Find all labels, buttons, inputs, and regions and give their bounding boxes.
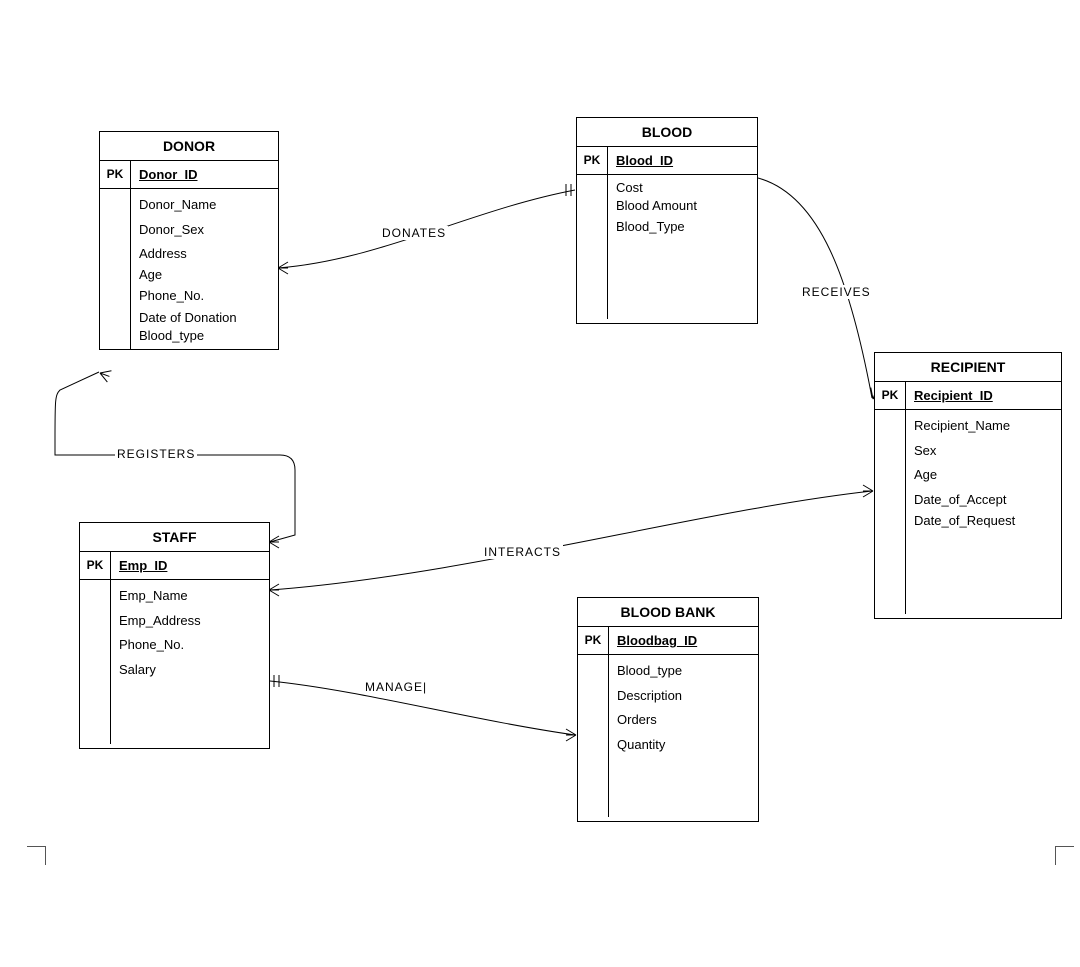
entity-staff: STAFF PK Emp_ID Emp_Name Emp_Address Pho… bbox=[79, 522, 270, 749]
attr: Blood_type bbox=[617, 659, 750, 684]
entity-bloodbank-title: BLOOD BANK bbox=[578, 598, 758, 627]
entity-donor: DONOR PK Donor_ID Donor_Name Donor_Sex A… bbox=[99, 131, 279, 350]
entity-bloodbank: BLOOD BANK PK Bloodbag_ID Blood_type Des… bbox=[577, 597, 759, 822]
attr: Orders bbox=[617, 708, 750, 733]
attr: Date_of_Request bbox=[914, 513, 1053, 530]
entity-recipient: RECIPIENT PK Recipient_ID Recipient_Name… bbox=[874, 352, 1062, 619]
attr: Blood_type bbox=[139, 327, 270, 345]
pk-label: PK bbox=[875, 382, 906, 409]
pk-attr: Emp_ID bbox=[111, 552, 269, 579]
attr: Description bbox=[617, 684, 750, 709]
pk-label: PK bbox=[577, 147, 608, 174]
pk-label: PK bbox=[100, 161, 131, 188]
attr: Emp_Name bbox=[119, 584, 261, 609]
entity-blood: BLOOD PK Blood_ID Cost Blood Amount Bloo… bbox=[576, 117, 758, 324]
attr: Sex bbox=[914, 439, 1053, 464]
rel-manages-label: MANAGE| bbox=[363, 680, 429, 694]
page-corner-mark bbox=[27, 846, 46, 865]
attr: Donor_Name bbox=[139, 193, 270, 218]
rel-interacts-label: INTERACTS bbox=[482, 545, 563, 559]
attr: Date_of_Accept bbox=[914, 488, 1053, 513]
attr: Phone_No. bbox=[119, 633, 261, 658]
attr: Salary bbox=[119, 658, 261, 683]
attr: Age bbox=[139, 267, 270, 284]
rel-registers-label: REGISTERS bbox=[115, 447, 197, 461]
attr: Age bbox=[914, 463, 1053, 488]
pk-attr: Bloodbag_ID bbox=[609, 627, 758, 654]
page-corner-mark bbox=[1055, 846, 1074, 865]
attr: Cost bbox=[616, 179, 749, 197]
pk-label: PK bbox=[578, 627, 609, 654]
rel-donates-label: DONATES bbox=[380, 226, 448, 240]
attr: Recipient_Name bbox=[914, 414, 1053, 439]
entity-recipient-title: RECIPIENT bbox=[875, 353, 1061, 382]
entity-blood-title: BLOOD bbox=[577, 118, 757, 147]
attr: Emp_Address bbox=[119, 609, 261, 634]
attr: Date of Donation bbox=[139, 309, 270, 327]
attr: Donor_Sex bbox=[139, 218, 270, 243]
attr: Quantity bbox=[617, 733, 750, 758]
attr: Phone_No. bbox=[139, 284, 270, 309]
pk-attr: Recipient_ID bbox=[906, 382, 1061, 409]
pk-attr: Donor_ID bbox=[131, 161, 278, 188]
entity-staff-title: STAFF bbox=[80, 523, 269, 552]
rel-receives-label: RECEIVES bbox=[800, 285, 873, 299]
pk-label: PK bbox=[80, 552, 111, 579]
attr: Blood_Type bbox=[616, 215, 749, 240]
attr: Address bbox=[139, 242, 270, 267]
pk-attr: Blood_ID bbox=[608, 147, 757, 174]
attr: Blood Amount bbox=[616, 197, 749, 215]
entity-donor-title: DONOR bbox=[100, 132, 278, 161]
